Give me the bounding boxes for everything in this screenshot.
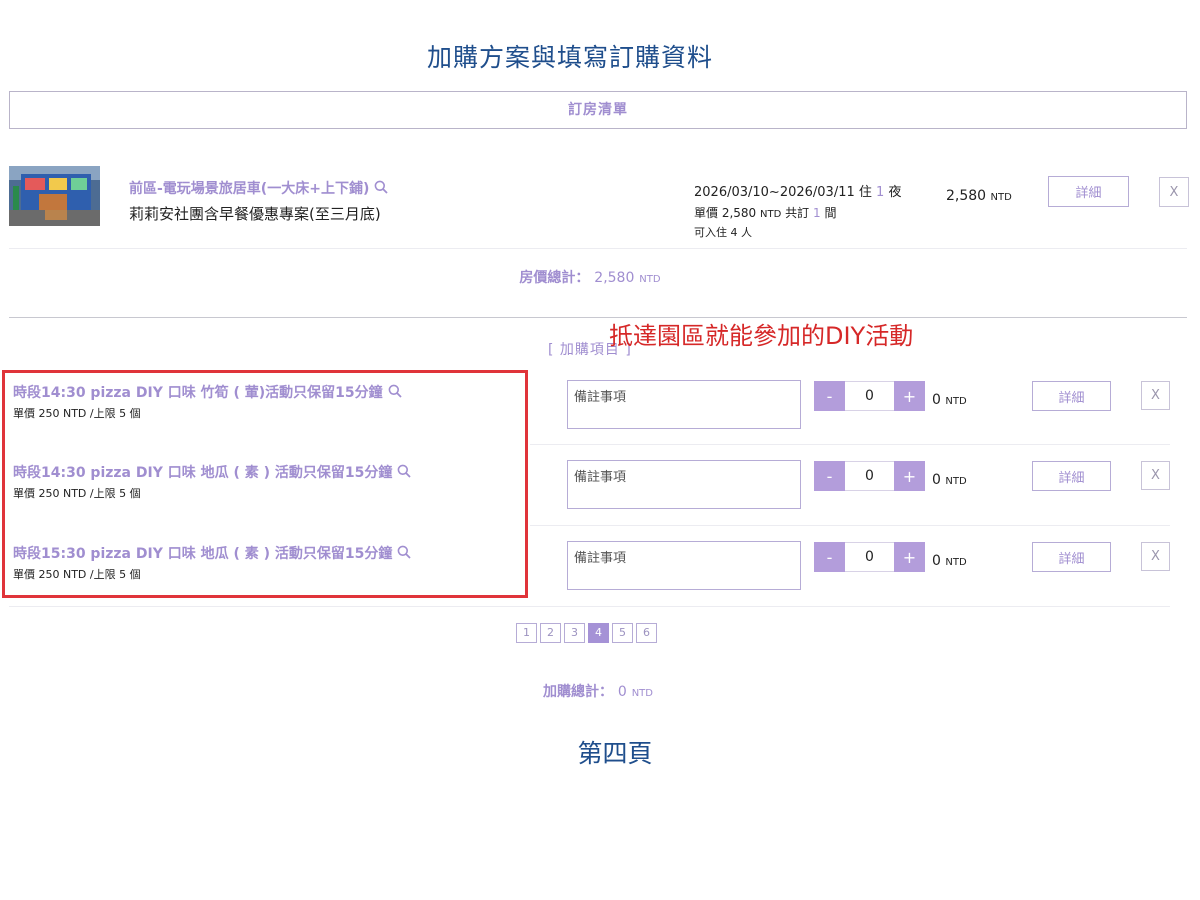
page-button-5[interactable]: 5 [612, 623, 633, 643]
addon-item-name-link[interactable]: 時段15:30 pizza DIY 口味 地瓜 ( 素 ) 活動只保留15分鐘 [13, 543, 411, 563]
addon-detail-button[interactable]: 詳細 [1032, 461, 1111, 491]
quantity-input[interactable] [845, 542, 894, 572]
addon-total-label: 加購總計： [543, 684, 614, 700]
search-icon[interactable] [397, 464, 411, 481]
booked-label: 共訂 [785, 206, 810, 220]
room-name-link[interactable]: 前區-電玩場景旅居車(一大床+上下鋪) [129, 178, 388, 198]
addon-note-input[interactable] [567, 380, 801, 429]
addon-remove-button[interactable]: X [1141, 461, 1170, 490]
addon-remove-button[interactable]: X [1141, 381, 1170, 410]
quantity-decrease-button[interactable]: - [814, 542, 845, 572]
page-button-4-current[interactable]: 4 [588, 623, 609, 643]
divider [530, 525, 1170, 526]
stay-date-range: 2026/03/10~2026/03/11 住 [694, 185, 872, 200]
divider [9, 606, 1170, 607]
quantity-stepper[interactable]: - + [814, 461, 925, 491]
stay-price: 單價 2,580 NTD 共訂 1 間 [694, 204, 836, 221]
addon-note-input[interactable] [567, 460, 801, 509]
room-remove-button[interactable]: X [1159, 177, 1189, 207]
room-capacity: 可入住 4 人 [694, 226, 752, 239]
room-total-value: 2,580 [594, 270, 635, 286]
booked-rooms: 1 [812, 206, 821, 220]
quantity-increase-button[interactable]: + [894, 381, 925, 411]
quantity-input[interactable] [845, 461, 894, 491]
addon-item-total: 0 NTD [932, 392, 967, 408]
addon-item-price: 單價 250 NTD /上限 5 個 [13, 407, 141, 420]
addon-item-name[interactable]: 時段14:30 pizza DIY 口味 地瓜 ( 素 ) 活動只保留15分鐘 [13, 465, 392, 481]
booking-list-header: 訂房清單 [9, 91, 1187, 129]
room-total-label: 房價總計： [519, 270, 590, 286]
search-icon[interactable] [397, 545, 411, 562]
room-price-total: 房價總計： 2,580 NTD [0, 267, 1180, 287]
addon-total-value: 0 [617, 684, 627, 700]
quantity-increase-button[interactable]: + [894, 461, 925, 491]
addon-item-total-value: 0 [932, 472, 941, 488]
page-button-6[interactable]: 6 [636, 623, 657, 643]
quantity-increase-button[interactable]: + [894, 542, 925, 572]
room-plan: 莉莉安社團含早餐優惠專案(至三月底) [129, 205, 381, 223]
annotation-text: 抵達園區就能參加的DIY活動 [609, 322, 914, 350]
quantity-stepper[interactable]: - + [814, 381, 925, 411]
room-line-total-value: 2,580 [946, 188, 987, 204]
addon-item-total-value: 0 [932, 553, 941, 569]
addon-detail-button[interactable]: 詳細 [1032, 542, 1111, 572]
addon-remove-button[interactable]: X [1141, 542, 1170, 571]
room-detail-button[interactable]: 詳細 [1048, 176, 1129, 207]
currency-label: NTD [945, 557, 967, 568]
addon-item-name[interactable]: 時段14:30 pizza DIY 口味 竹筍 ( 葷)活動只保留15分鐘 [13, 385, 383, 401]
page-button-3[interactable]: 3 [564, 623, 585, 643]
addon-item-name-link[interactable]: 時段14:30 pizza DIY 口味 地瓜 ( 素 ) 活動只保留15分鐘 [13, 462, 411, 482]
currency-label: NTD [990, 192, 1012, 203]
addon-note-input[interactable] [567, 541, 801, 590]
stay-nights-unit: 夜 [888, 185, 902, 200]
pagination: 1 2 3 4 5 6 [516, 623, 657, 643]
addon-item-price: 單價 250 NTD /上限 5 個 [13, 487, 141, 500]
divider [530, 444, 1170, 445]
page-caption: 第四頁 [577, 739, 653, 768]
search-icon[interactable] [374, 180, 388, 197]
room-name[interactable]: 前區-電玩場景旅居車(一大床+上下鋪) [129, 181, 369, 197]
room-thumbnail[interactable] [9, 166, 100, 226]
divider [9, 248, 1187, 249]
currency-label: NTD [631, 688, 653, 699]
currency-label: NTD [945, 396, 967, 407]
quantity-decrease-button[interactable]: - [814, 461, 845, 491]
addon-item-price: 單價 250 NTD /上限 5 個 [13, 568, 141, 581]
addon-item-name-link[interactable]: 時段14:30 pizza DIY 口味 竹筍 ( 葷)活動只保留15分鐘 [13, 382, 402, 402]
stay-dates: 2026/03/10~2026/03/11 住 1 夜 [694, 181, 901, 200]
addon-detail-button[interactable]: 詳細 [1032, 381, 1111, 411]
room-line-total: 2,580 NTD [946, 188, 1012, 204]
addon-total: 加購總計： 0 NTD [0, 681, 1196, 701]
quantity-decrease-button[interactable]: - [814, 381, 845, 411]
page-title: 加購方案與填寫訂購資料 [426, 43, 713, 72]
currency-label: NTD [945, 476, 967, 487]
quantity-stepper[interactable]: - + [814, 542, 925, 572]
addon-item-total-value: 0 [932, 392, 941, 408]
currency-label: NTD [639, 274, 661, 285]
section-divider [9, 317, 1187, 318]
addon-item-total: 0 NTD [932, 553, 967, 569]
stay-nights: 1 [876, 185, 885, 200]
page-button-2[interactable]: 2 [540, 623, 561, 643]
quantity-input[interactable] [845, 381, 894, 411]
page-button-1[interactable]: 1 [516, 623, 537, 643]
addon-item-total: 0 NTD [932, 472, 967, 488]
booked-rooms-unit: 間 [824, 206, 837, 220]
unit-price-label: 單價 2,580 [694, 206, 757, 220]
currency-label: NTD [760, 209, 782, 220]
addon-item-name[interactable]: 時段15:30 pizza DIY 口味 地瓜 ( 素 ) 活動只保留15分鐘 [13, 546, 392, 562]
search-icon[interactable] [388, 384, 402, 401]
